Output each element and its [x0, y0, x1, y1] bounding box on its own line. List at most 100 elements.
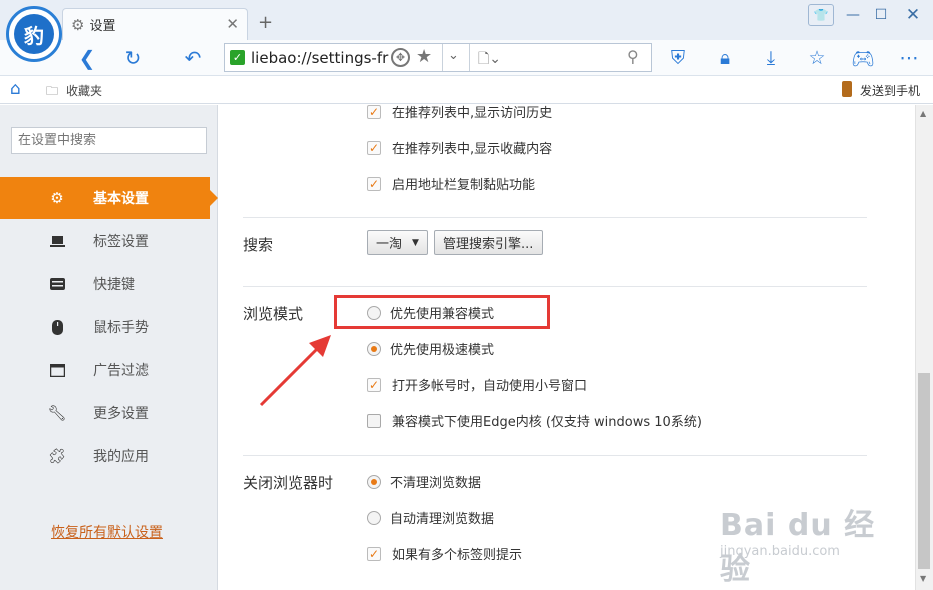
sidebar-item-mouse-gestures[interactable]: 鼠标手势	[0, 306, 218, 348]
search-engine-select[interactable]: 一淘 ▼	[367, 230, 428, 255]
liebao-logo-icon: 豹	[14, 14, 54, 54]
option-multi-tab-prompt[interactable]: ✓ 如果有多个标签则提示	[367, 544, 522, 563]
checkbox-checked[interactable]: ✓	[367, 176, 381, 191]
option-address-copy-paste[interactable]: ✓ 启用地址栏复制黏贴功能	[367, 174, 535, 193]
option-label: 打开多帐号时，自动使用小号窗口	[392, 379, 588, 394]
radio-keep-data[interactable]: 不清理浏览数据	[367, 472, 481, 491]
radio-unselected[interactable]	[367, 510, 381, 525]
refresh-icon[interactable]: ↻	[120, 46, 146, 70]
radio-label: 优先使用极速模式	[390, 343, 495, 358]
url-text[interactable]: liebao://settings-frame	[251, 49, 389, 67]
manage-search-engines-button[interactable]: 管理搜索引擎...	[434, 230, 543, 255]
radio-selected[interactable]	[367, 341, 381, 356]
phone-icon	[842, 81, 852, 97]
divider	[469, 44, 470, 71]
wrench-icon: 🔧︎	[47, 404, 67, 422]
option-show-history[interactable]: ✓ 在推荐列表中,显示访问历史	[367, 105, 552, 121]
watermark-url: jingyan.baidu.com	[720, 544, 840, 559]
new-tab-button[interactable]: +	[258, 12, 273, 33]
radio-label: 不清理浏览数据	[390, 476, 482, 491]
shield-icon[interactable]: ⛨	[665, 46, 691, 70]
scroll-up-arrow-icon[interactable]: ▲	[920, 109, 926, 118]
checkbox-checked[interactable]: ✓	[367, 105, 381, 119]
sidebar-item-shortcuts[interactable]: 快捷键	[0, 263, 218, 305]
option-label: 兼容模式下使用Edge内核 (仅支持 windows 10系统)	[392, 415, 702, 430]
bookmarks-folder-label[interactable]: 收藏夹	[66, 82, 102, 99]
section-title-browse-mode: 浏览模式	[243, 305, 304, 323]
tab-title: 设置	[89, 19, 116, 34]
radio-speed-mode[interactable]: 优先使用极速模式	[367, 339, 494, 358]
highlight-annotation-box	[334, 295, 550, 329]
gear-icon: ⚙	[50, 189, 64, 207]
divider	[442, 44, 443, 71]
checkbox-checked[interactable]: ✓	[367, 377, 381, 392]
section-title-on-close: 关闭浏览器时	[243, 474, 334, 492]
bookmark-star-icon[interactable]: ★	[416, 46, 432, 67]
sidebar-item-my-apps[interactable]: 🧩︎ 我的应用	[0, 435, 218, 477]
scroll-down-arrow-icon[interactable]: ▼	[920, 574, 926, 583]
section-title-search: 搜索	[243, 236, 274, 254]
undo-icon[interactable]: ↶	[180, 46, 206, 70]
keyboard-icon	[49, 276, 65, 292]
option-label: 启用地址栏复制黏贴功能	[392, 178, 536, 193]
minimize-icon[interactable]: —	[840, 4, 866, 26]
radio-clear-data[interactable]: 自动清理浏览数据	[367, 508, 494, 527]
title-bar: 豹 ⚙ 设置 ✕ + 👕 — ☐ ✕	[0, 0, 933, 62]
more-icon[interactable]: ⋯	[896, 46, 922, 70]
navigation-toolbar: ❮ ↻ ↶ ✓ liebao://settings-frame ✥ ★ ⌄ 🗋⌄…	[0, 40, 933, 76]
maximize-icon[interactable]: ☐	[868, 4, 894, 26]
checkbox-unchecked[interactable]	[367, 413, 381, 428]
red-arrow-annotation	[259, 335, 331, 407]
sidebar-item-tabs[interactable]: 标签设置	[0, 220, 218, 262]
home-icon[interactable]: ⌂	[10, 79, 21, 99]
gear-icon: ⚙	[71, 15, 85, 34]
restore-defaults-link[interactable]: 恢复所有默认设置	[51, 522, 163, 542]
sidebar-item-basic[interactable]: ⚙ 基本设置	[0, 177, 218, 219]
chevron-down-icon[interactable]: ⌄	[448, 48, 459, 63]
star-icon[interactable]: ☆	[804, 46, 830, 70]
browser-logo[interactable]: 豹	[6, 6, 62, 62]
checkbox-checked[interactable]: ✓	[367, 140, 381, 155]
search-icon[interactable]: ⚲	[627, 47, 639, 66]
laptop-icon	[49, 233, 65, 249]
option-show-favorites[interactable]: ✓ 在推荐列表中,显示收藏内容	[367, 138, 552, 157]
window-icon	[49, 362, 65, 378]
lock-icon[interactable]: 🔒︎	[712, 46, 738, 70]
back-icon[interactable]: ❮	[74, 46, 100, 70]
address-bar[interactable]: ✓ liebao://settings-frame ✥ ★ ⌄ 🗋⌄ ⚲	[224, 43, 652, 72]
sidebar-item-more-settings[interactable]: 🔧︎ 更多设置	[0, 392, 218, 434]
tab-settings[interactable]: ⚙ 设置 ✕	[62, 8, 248, 40]
scrollbar-thumb[interactable]	[918, 373, 930, 569]
caret-down-icon: ▼	[412, 237, 419, 248]
extension-icon[interactable]: ✥	[391, 48, 410, 67]
radio-selected[interactable]	[367, 474, 381, 489]
sidebar-item-label: 我的应用	[93, 449, 149, 465]
download-icon[interactable]: ⤓	[758, 46, 784, 70]
page-icon[interactable]: 🗋⌄	[478, 48, 501, 72]
close-icon[interactable]: ✕	[900, 4, 926, 26]
button-label: 管理搜索引擎...	[443, 237, 534, 252]
tab-close-icon[interactable]: ✕	[226, 15, 239, 33]
secure-check-icon: ✓	[230, 50, 245, 65]
option-edge-kernel[interactable]: 兼容模式下使用Edge内核 (仅支持 windows 10系统)	[367, 411, 702, 430]
send-to-phone-button[interactable]: 发送到手机	[860, 82, 920, 99]
sidebar-item-label: 更多设置	[93, 406, 149, 422]
skin-icon[interactable]: 👕	[808, 4, 834, 26]
folder-icon: 🗀	[46, 84, 59, 98]
search-engine-value: 一淘	[376, 237, 403, 252]
radio-label: 自动清理浏览数据	[390, 512, 495, 527]
gamepad-icon[interactable]: 🎮︎	[850, 46, 876, 70]
checkbox-checked[interactable]: ✓	[367, 546, 381, 561]
option-label: 在推荐列表中,显示访问历史	[392, 106, 553, 121]
sidebar-item-ad-filter[interactable]: 广告过滤	[0, 349, 218, 391]
sidebar-item-label: 鼠标手势	[93, 320, 149, 336]
mouse-icon	[49, 319, 65, 335]
settings-search-input[interactable]	[11, 127, 207, 154]
section-divider	[243, 286, 867, 287]
bookmark-bar: ⌂ 🗀 收藏夹 发送到手机	[0, 76, 933, 104]
sidebar-item-label: 广告过滤	[93, 363, 149, 379]
option-label: 在推荐列表中,显示收藏内容	[392, 142, 553, 157]
vertical-scrollbar[interactable]: ▲ ▼	[915, 105, 933, 590]
baidu-jingyan-watermark: Bai du 经验 jingyan.baidu.com	[720, 500, 890, 587]
option-multi-account-window[interactable]: ✓ 打开多帐号时，自动使用小号窗口	[367, 375, 587, 394]
